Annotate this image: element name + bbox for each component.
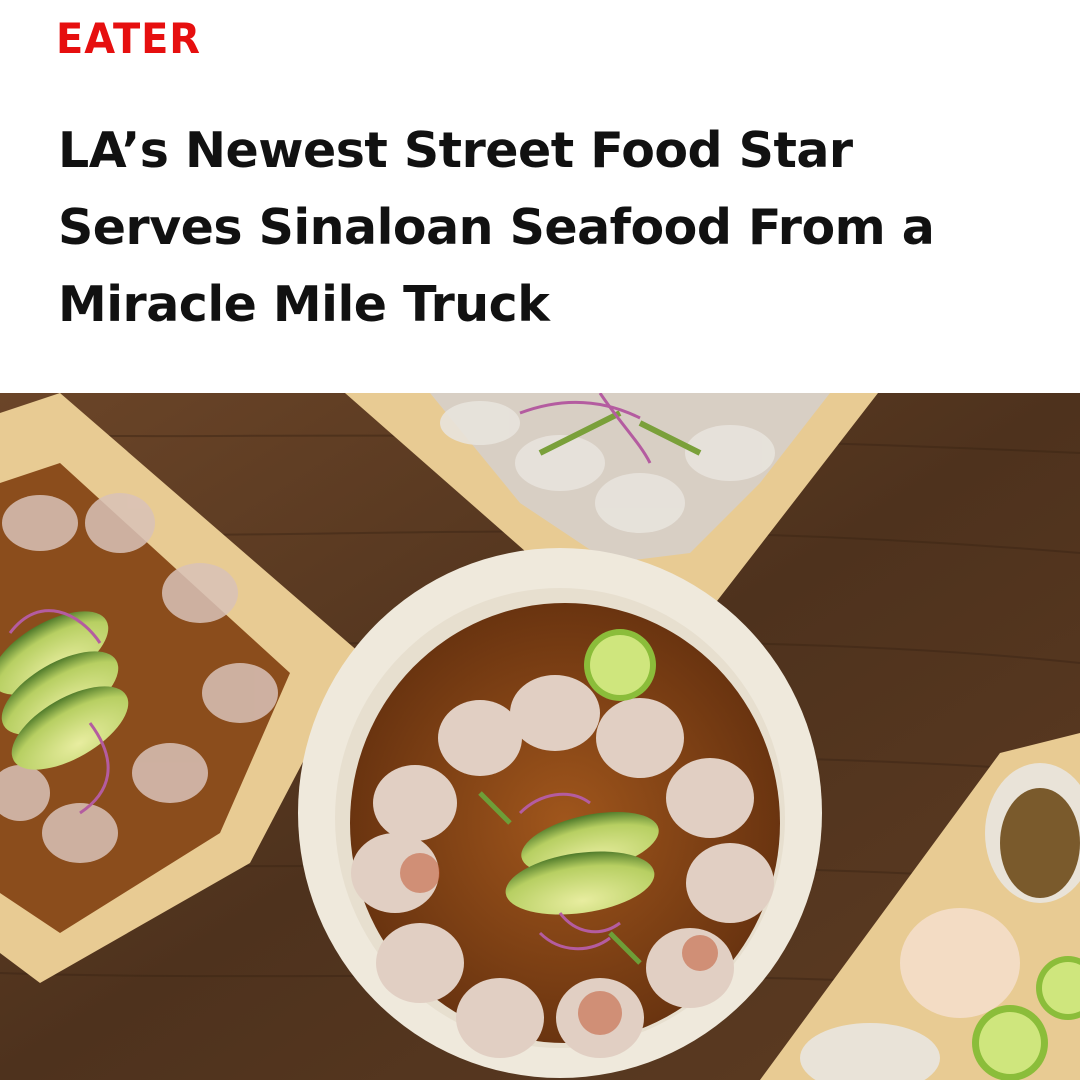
center-plate xyxy=(298,548,822,1078)
eater-logo[interactable]: EATER xyxy=(56,14,201,63)
article-headline[interactable]: LA’s Newest Street Food Star Serves Sina… xyxy=(58,112,1038,343)
hero-image[interactable] xyxy=(0,393,1080,1080)
article-header: EATER LA’s Newest Street Food Star Serve… xyxy=(0,0,1080,393)
lime-slice-plate xyxy=(584,629,656,701)
food-photo-illustration xyxy=(0,393,1080,1080)
